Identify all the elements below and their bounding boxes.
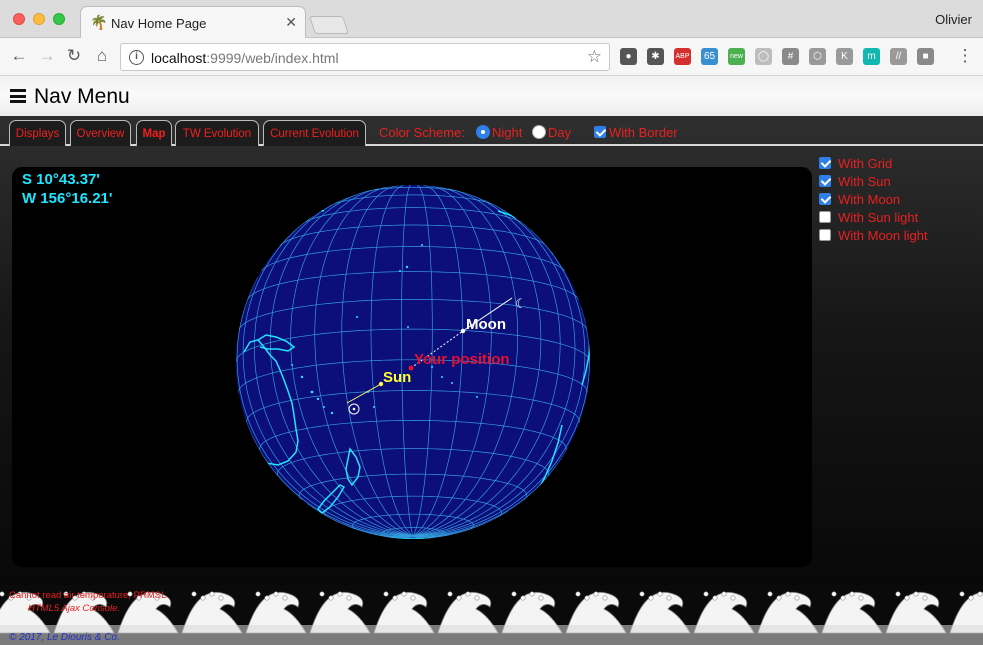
palm-tree-icon: 🌴 [90, 14, 108, 30]
copyright: © 2017, Le Diouris & Co. [9, 632, 120, 643]
with-moon-light-label[interactable]: With Moon light [838, 228, 928, 243]
new-badge-icon[interactable]: new [728, 48, 745, 65]
moon-point [460, 328, 466, 334]
new-guinea-coast [257, 334, 296, 352]
with-moon-checkbox[interactable] [819, 193, 831, 205]
moon-line [462, 297, 513, 332]
more-menu-icon[interactable]: ⋮ [955, 46, 975, 66]
day-radio[interactable] [532, 125, 546, 139]
coastlines [243, 208, 590, 539]
forward-icon[interactable]: → [37, 46, 57, 66]
nz-north-island [345, 447, 361, 487]
bug-icon[interactable]: ✱ [647, 48, 664, 65]
longitude-readout: W 156°16.21' [22, 190, 113, 207]
position-label: Your position [414, 351, 510, 368]
with-moon-light-checkbox[interactable] [819, 229, 831, 241]
evernote-icon[interactable]: ● [620, 48, 637, 65]
browser-toolbar: ← → ↻ ⌂ i localhost:9999/web/index.html … [0, 38, 983, 76]
islands [291, 244, 483, 415]
hexagon-ext-icon[interactable]: ⬡ [809, 48, 826, 65]
moon-symbol-icon: ☾ [515, 297, 527, 312]
reload-icon[interactable]: ↻ [64, 46, 84, 66]
antarctica-coast [293, 516, 543, 539]
status-message: Cannot read air temperature, PRMSL [9, 590, 167, 601]
square-ext-icon[interactable]: ■ [917, 48, 934, 65]
tab-title: Nav Home Page [111, 16, 207, 31]
night-radio[interactable] [476, 125, 490, 139]
url-text[interactable]: localhost:9999/web/index.html [151, 50, 339, 66]
with-border-checkbox[interactable] [594, 126, 606, 138]
with-sun-checkbox[interactable] [819, 175, 831, 187]
tab-current-evolution[interactable]: Current Evolution [263, 120, 366, 146]
badge-65-icon[interactable]: 65 [701, 48, 718, 65]
globe-grid [236, 185, 590, 539]
window-maximize-button[interactable] [53, 13, 65, 25]
with-grid-checkbox[interactable] [819, 157, 831, 169]
alaska-coast [497, 210, 547, 242]
info-icon[interactable]: i [129, 50, 144, 65]
hash-ext-icon[interactable]: # [782, 48, 799, 65]
sun-label: Sun [383, 369, 411, 386]
k-ext-icon[interactable]: K [836, 48, 853, 65]
australia-coast [243, 339, 299, 466]
window-close-button[interactable] [13, 13, 25, 25]
hamburger-menu-icon[interactable] [10, 89, 26, 103]
window-minimize-button[interactable] [33, 13, 45, 25]
tab-close-icon[interactable]: ✕ [285, 14, 297, 31]
globe-map-canvas[interactable]: S 10°43.37' W 156°16.21' Sun Moon ☾ Your… [12, 167, 812, 567]
address-bar[interactable]: i localhost:9999/web/index.html ☆ [120, 43, 610, 71]
console-message: HTML5 Ajax Console. [28, 603, 121, 614]
globe-svg: Sun Moon ☾ Your position [236, 185, 590, 539]
profile-name[interactable]: Olivier [935, 12, 972, 27]
bookmark-star-icon[interactable]: ☆ [587, 47, 602, 67]
day-radio-label[interactable]: Day [548, 125, 571, 140]
sun-line [346, 383, 382, 404]
with-sun-label[interactable]: With Sun [838, 174, 891, 189]
page-header [0, 76, 983, 116]
m-ext-icon[interactable]: m [863, 48, 880, 65]
home-icon[interactable]: ⌂ [92, 46, 112, 66]
globe-ocean [236, 185, 590, 539]
circle-ext-icon[interactable]: ◯ [755, 48, 772, 65]
americas-west-coast [551, 251, 590, 386]
slash-ext-icon[interactable]: // [890, 48, 907, 65]
back-icon[interactable]: ← [9, 46, 29, 66]
browser-tab[interactable]: 🌴 Nav Home Page ✕ [80, 6, 306, 38]
with-sun-light-label[interactable]: With Sun light [838, 210, 918, 225]
tab-displays[interactable]: Displays [9, 120, 66, 146]
latitude-readout: S 10°43.37' [22, 171, 100, 188]
moon-label: Moon [466, 316, 506, 333]
asia-coast [281, 208, 325, 228]
nz-south-island [317, 484, 346, 514]
with-moon-label[interactable]: With Moon [838, 192, 900, 207]
south-america-coast [535, 424, 563, 494]
sun-point [378, 381, 384, 387]
new-tab-button[interactable] [309, 16, 349, 34]
with-border-label[interactable]: With Border [609, 125, 678, 140]
position-point [408, 365, 414, 371]
adblock-icon[interactable]: ABP [674, 48, 691, 65]
tab-map[interactable]: Map [136, 120, 172, 146]
sun-symbol-icon [348, 403, 360, 415]
with-sun-light-checkbox[interactable] [819, 211, 831, 223]
tab-tw-evolution[interactable]: TW Evolution [175, 120, 259, 146]
browser-titlebar: 🌴 Nav Home Page ✕ Olivier [0, 0, 983, 38]
page-title: Nav Menu [34, 85, 130, 108]
color-scheme-label: Color Scheme: [379, 125, 465, 140]
moon-dotted-line [410, 330, 464, 369]
with-grid-label[interactable]: With Grid [838, 156, 892, 171]
tab-overview[interactable]: Overview [70, 120, 131, 146]
night-radio-label[interactable]: Night [492, 125, 522, 140]
